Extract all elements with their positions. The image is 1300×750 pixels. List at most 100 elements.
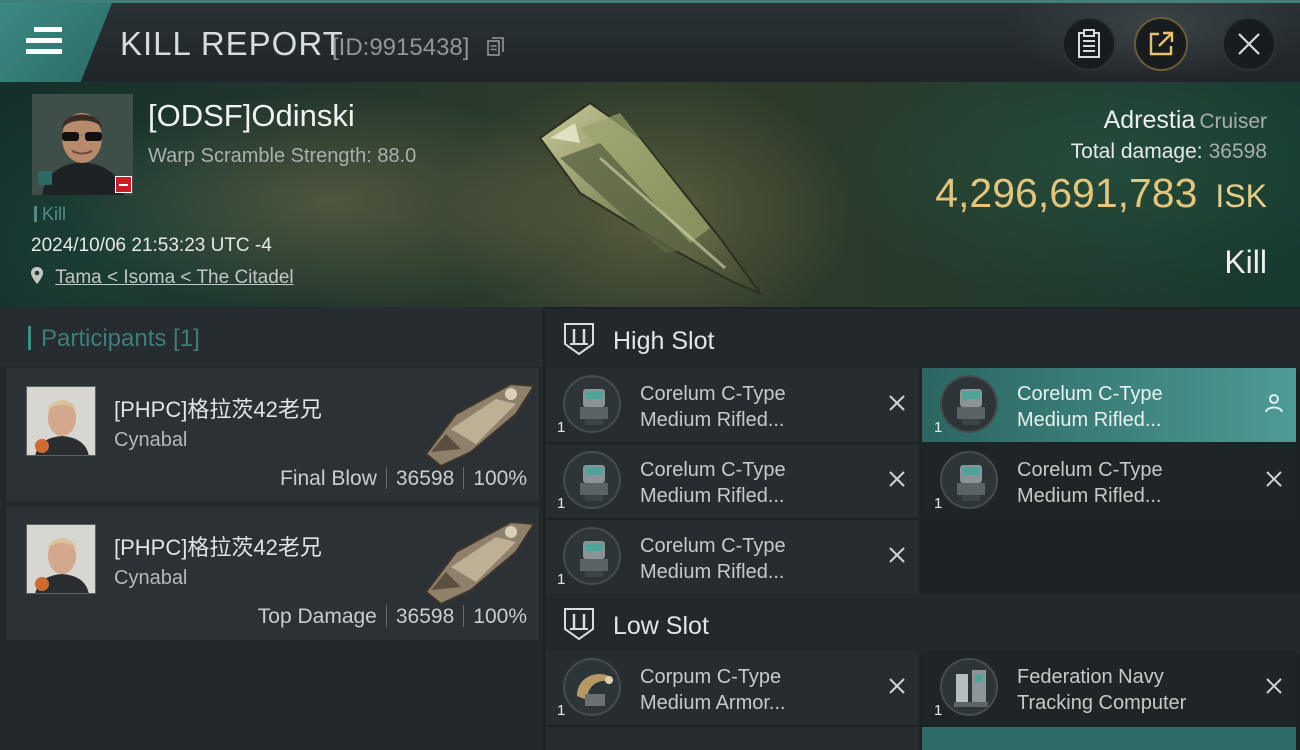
copy-icon[interactable] bbox=[487, 37, 505, 57]
participant-avatar[interactable] bbox=[26, 386, 96, 456]
fitting-slots-panel: High Slot 1 Corelum C-Type Medium Rifled.… bbox=[545, 307, 1300, 750]
location-link[interactable]: Tama < Isoma < The Citadel bbox=[55, 267, 293, 288]
turret-icon bbox=[940, 375, 998, 433]
participant-avatar[interactable] bbox=[26, 524, 96, 594]
participant-card[interactable]: [PHPC]格拉茨42老兄 Cynabal Final Blow 36598 100… bbox=[6, 368, 539, 502]
participant-ship-image[interactable] bbox=[416, 374, 541, 469]
item-quantity: 1 bbox=[934, 495, 943, 512]
participants-header: Participants [1] bbox=[0, 307, 543, 367]
item-name: Corelum C-Type Medium Rifled... bbox=[1017, 381, 1252, 433]
slot-item[interactable]: 1 Corelum C-Type Medium Rifled... bbox=[545, 520, 919, 594]
remove-x-icon[interactable] bbox=[887, 545, 907, 565]
participant-ship: Cynabal bbox=[114, 429, 188, 451]
remove-x-icon[interactable] bbox=[887, 393, 907, 413]
item-name-line1: Corelum C-Type bbox=[1017, 383, 1163, 405]
share-button[interactable] bbox=[1134, 17, 1188, 71]
item-name-line2: Medium Rifled... bbox=[1017, 485, 1162, 507]
high-slot-header: High Slot bbox=[545, 309, 1300, 369]
slot-item[interactable] bbox=[545, 727, 919, 750]
participant-damage: 36598 bbox=[395, 467, 455, 490]
slot-item[interactable] bbox=[922, 727, 1296, 750]
share-icon bbox=[1149, 31, 1174, 56]
total-damage-value: 36598 bbox=[1208, 140, 1267, 163]
remove-x-icon[interactable] bbox=[887, 676, 907, 696]
menu-icon bbox=[26, 27, 62, 55]
slot-item[interactable]: 1 Corpum C-Type Medium Armor... bbox=[545, 651, 919, 725]
menu-button[interactable] bbox=[0, 3, 112, 82]
remove-x-icon[interactable] bbox=[1264, 676, 1284, 696]
item-name-line1: Corelum C-Type bbox=[640, 383, 786, 405]
slot-icon bbox=[564, 608, 594, 641]
ship-name-text: Adrestia bbox=[1103, 106, 1196, 134]
victim-ship-name[interactable]: Adrestia Cruiser bbox=[1104, 106, 1267, 135]
item-name-line2: Medium Armor... bbox=[640, 692, 786, 714]
participant-corp-icon bbox=[35, 439, 49, 453]
turret-icon bbox=[563, 527, 621, 585]
item-quantity: 1 bbox=[934, 702, 943, 719]
item-name: Corelum C-Type Medium Rifled... bbox=[1017, 457, 1252, 509]
isk-value: 4,296,691,783 ISK bbox=[935, 170, 1267, 217]
participant-role: Final Blow bbox=[280, 467, 377, 490]
participant-role: Top Damage bbox=[257, 605, 377, 628]
slot-item-selected[interactable]: 1 Corelum C-Type Medium Rifled... bbox=[922, 368, 1296, 442]
victim-pilot-name[interactable]: [ODSF]Odinski bbox=[148, 98, 355, 134]
slot-item[interactable]: 1 Corelum C-Type Medium Rifled... bbox=[545, 444, 919, 518]
total-damage-label: Total damage: bbox=[1070, 140, 1203, 163]
item-name-line2: Medium Rifled... bbox=[640, 409, 785, 431]
participant-name[interactable]: [PHPC]格拉茨42老兄 bbox=[114, 530, 322, 562]
page-title: KILL REPORT bbox=[120, 25, 344, 62]
kill-type-tag: Kill bbox=[34, 204, 66, 225]
participant-stats: Top Damage 36598 100% bbox=[258, 605, 527, 629]
isk-amount: 4,296,691,783 bbox=[935, 170, 1198, 216]
item-name: Corelum C-Type Medium Rifled... bbox=[640, 533, 875, 585]
low-slot-label: Low Slot bbox=[613, 612, 709, 640]
item-name-line1: Corelum C-Type bbox=[640, 535, 786, 557]
item-name: Federation Navy Tracking Computer bbox=[1017, 664, 1252, 716]
isk-unit: ISK bbox=[1215, 178, 1267, 214]
participants-title[interactable]: Participants [1] bbox=[28, 325, 200, 353]
participants-panel: Participants [1] [PHPC]格拉茨42老兄 Cynabal F… bbox=[0, 307, 543, 750]
kill-datetime: 2024/10/06 21:53:23 UTC -4 bbox=[31, 235, 272, 256]
armor-repairer-icon bbox=[563, 658, 621, 716]
item-name-line2: Medium Rifled... bbox=[640, 561, 785, 583]
item-name-line2: Tracking Computer bbox=[1017, 692, 1187, 714]
close-button[interactable] bbox=[1222, 17, 1276, 71]
report-id: [ID:9915438] bbox=[332, 34, 470, 61]
participant-ship-image[interactable] bbox=[416, 512, 541, 607]
item-name: Corelum C-Type Medium Rifled... bbox=[640, 457, 875, 509]
participant-stats: Final Blow 36598 100% bbox=[280, 467, 527, 491]
kill-location[interactable]: Tama < Isoma < The Citadel bbox=[30, 266, 294, 289]
item-quantity: 1 bbox=[934, 419, 943, 436]
low-slot-header: Low Slot bbox=[545, 594, 1300, 654]
item-name: Corpum C-Type Medium Armor... bbox=[640, 664, 875, 716]
kill-report-screen: KILL REPORT [ID:9915438] [ODSF]Odinski W… bbox=[0, 0, 1300, 750]
participant-percent: 100% bbox=[473, 467, 527, 490]
corp-badge-icon bbox=[38, 171, 52, 185]
item-name-line1: Federation Navy bbox=[1017, 666, 1164, 688]
clipboard-icon bbox=[1078, 29, 1100, 58]
destroyed-badge-icon bbox=[115, 176, 132, 193]
warp-scramble-strength: Warp Scramble Strength: 88.0 bbox=[148, 145, 417, 167]
item-name: Corelum C-Type Medium Rifled... bbox=[640, 381, 875, 433]
victim-ship-image[interactable] bbox=[520, 98, 780, 298]
item-name-line1: Corelum C-Type bbox=[640, 459, 786, 481]
location-pin-icon bbox=[31, 267, 43, 284]
remove-x-icon[interactable] bbox=[1264, 469, 1284, 489]
participant-card[interactable]: [PHPC]格拉茨42老兄 Cynabal Top Damage 36598 100… bbox=[6, 506, 539, 640]
remove-x-icon[interactable] bbox=[887, 469, 907, 489]
slot-icon bbox=[564, 323, 594, 356]
participant-name[interactable]: [PHPC]格拉茨42老兄 bbox=[114, 392, 322, 424]
item-quantity: 1 bbox=[557, 571, 566, 588]
close-icon bbox=[1238, 33, 1260, 55]
item-quantity: 1 bbox=[557, 495, 566, 512]
pilot-icon[interactable] bbox=[1264, 393, 1284, 413]
turret-icon bbox=[563, 451, 621, 509]
item-name-line1: Corpum C-Type bbox=[640, 666, 782, 688]
clipboard-button[interactable] bbox=[1062, 17, 1116, 71]
slot-item[interactable]: 1 Corelum C-Type Medium Rifled... bbox=[545, 368, 919, 442]
slot-item[interactable]: 1 Corelum C-Type Medium Rifled... bbox=[922, 444, 1296, 518]
turret-icon bbox=[940, 451, 998, 509]
header-bar: KILL REPORT [ID:9915438] bbox=[0, 0, 1300, 83]
item-name-line2: Medium Rifled... bbox=[1017, 409, 1162, 431]
slot-item[interactable]: 1 Federation Navy Tracking Computer bbox=[922, 651, 1296, 725]
